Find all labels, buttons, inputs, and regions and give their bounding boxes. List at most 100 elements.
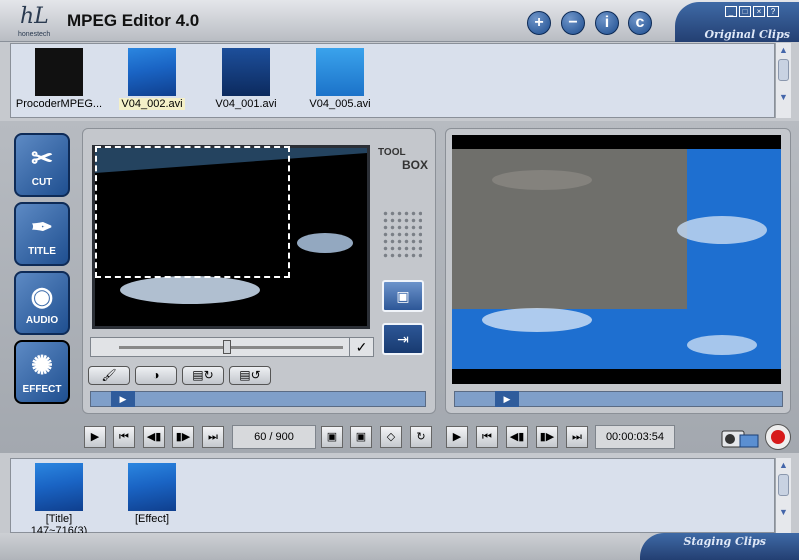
staging-clip-range: 147~716(3) — [30, 525, 88, 533]
film-transition-icon: ▤↺ — [239, 368, 261, 382]
clip-label: V04_005.avi — [309, 98, 371, 110]
staging-clips-label: Staging Clips — [683, 535, 766, 548]
clip-thumbnail — [222, 48, 270, 96]
clip-thumbnail — [128, 463, 176, 511]
overlay-tool-button[interactable]: ◑ — [135, 366, 177, 385]
preview-step-forward-button[interactable]: ▮▶ — [536, 426, 558, 448]
remove-icon: − — [568, 14, 578, 31]
scroll-down-icon[interactable]: ▼ — [776, 505, 791, 519]
info-button[interactable]: i — [595, 11, 619, 35]
play-icon: ▶ — [452, 431, 462, 443]
preview-seek-bar[interactable]: ▶ — [454, 391, 783, 407]
minimize-button[interactable]: _ — [725, 6, 737, 17]
go-start-button[interactable]: ⏮ — [113, 426, 135, 448]
skip-end-icon: ⏭ — [208, 431, 218, 443]
original-clips-list: ProcoderMPEG... V04_002.avi V04_001.avi … — [10, 43, 775, 118]
film-icon: ▤↻ — [192, 368, 214, 382]
pen-nib-icon: ✒ — [31, 212, 53, 242]
play-button[interactable]: ▶ — [84, 426, 106, 448]
clip-item[interactable]: ProcoderMPEG... — [11, 48, 107, 110]
slider-knob[interactable] — [223, 340, 231, 354]
skip-end-icon: ⏭ — [572, 431, 582, 443]
tool-label: TITLE — [28, 246, 56, 257]
refresh-button[interactable]: ↻ — [410, 426, 432, 448]
staging-clips-list: [Title] 147~716(3) [Effect] — [10, 458, 775, 533]
clip-label: V04_002.avi — [119, 98, 185, 110]
honestech-logo: hL honestech — [18, 4, 64, 40]
close-button[interactable]: × — [753, 6, 765, 17]
tool-label: EFFECT — [22, 384, 62, 395]
mark-in-button[interactable]: ▣ — [321, 426, 343, 448]
go-end-button[interactable]: ⏭ — [202, 426, 224, 448]
clip-item[interactable]: V04_001.avi — [198, 48, 294, 110]
preview-go-end-button[interactable]: ⏭ — [566, 426, 588, 448]
staging-clip-item[interactable]: [Effect] — [104, 463, 200, 525]
step-back-icon: ◀▮ — [509, 431, 525, 443]
source-seek-bar[interactable]: ▶ — [90, 391, 426, 407]
toolbox-line2: BOX — [402, 158, 429, 172]
clip-thumbnail — [316, 48, 364, 96]
overlay-icon: ◑ — [152, 368, 160, 382]
scroll-thumb[interactable] — [778, 474, 789, 496]
seek-marker-icon[interactable]: ▶ — [495, 391, 519, 407]
audio-tool-button[interactable]: ◉ AUDIO — [14, 271, 70, 335]
import-button[interactable]: ⇥ — [382, 323, 424, 355]
clip-thumbnail — [35, 48, 83, 96]
scroll-thumb[interactable] — [778, 59, 789, 81]
slider-track — [119, 346, 343, 349]
capture-button[interactable] — [718, 423, 760, 451]
tool-label: CUT — [31, 177, 53, 188]
preview-go-start-button[interactable]: ⏮ — [476, 426, 498, 448]
remove-clip-button[interactable]: − — [561, 11, 585, 35]
step-forward-icon: ▮▶ — [539, 431, 555, 443]
logo-brand: honestech — [18, 31, 51, 38]
info-icon: i — [604, 14, 610, 31]
film-transition-button[interactable]: ▤↺ — [229, 366, 271, 385]
record-icon — [771, 430, 785, 444]
restore-button[interactable]: □ — [739, 6, 751, 17]
original-clips-scrollbar[interactable]: ▲ ▼ — [775, 43, 791, 118]
time-counter: 00:00:03:54 — [595, 425, 675, 449]
copyright-button[interactable]: c — [628, 11, 652, 35]
mark-out-button[interactable]: ▣ — [350, 426, 372, 448]
speaker-grille — [382, 210, 422, 260]
effect-slider[interactable]: ✓ — [90, 337, 374, 357]
selection-rectangle[interactable] — [95, 146, 290, 278]
paint-tool-button[interactable]: 🖌 — [88, 366, 130, 385]
preview-step-back-button[interactable]: ◀▮ — [506, 426, 528, 448]
status-bar — [0, 533, 640, 560]
preview-video-view[interactable] — [452, 135, 781, 384]
frame-icon: ▣ — [396, 288, 410, 304]
clip-thumbnail — [35, 463, 83, 511]
help-button[interactable]: ? — [767, 6, 779, 17]
clip-item[interactable]: V04_002.avi — [104, 48, 200, 110]
cut-tool-button[interactable]: ✂ CUT — [14, 133, 70, 197]
eraser-icon: ◇ — [386, 431, 396, 443]
confirm-button[interactable]: ✓ — [349, 338, 373, 356]
scroll-down-icon[interactable]: ▼ — [776, 90, 791, 104]
effect-tool-button[interactable]: ✺ EFFECT — [14, 340, 70, 404]
scroll-up-icon[interactable]: ▲ — [776, 458, 791, 472]
skip-start-icon: ⏮ — [119, 431, 129, 443]
paint-icon: 🖌 — [101, 368, 117, 382]
add-clip-button[interactable]: + — [527, 11, 551, 35]
tool-label: AUDIO — [25, 315, 59, 326]
seek-marker-icon[interactable]: ▶ — [111, 391, 135, 407]
mark-out-icon: ▣ — [355, 431, 367, 443]
erase-button[interactable]: ◇ — [380, 426, 402, 448]
window-controls: _ □ × ? — [725, 6, 779, 17]
clip-item[interactable]: V04_005.avi — [292, 48, 388, 110]
scroll-up-icon[interactable]: ▲ — [776, 43, 791, 57]
film-effect-button[interactable]: ▤↻ — [182, 366, 224, 385]
scissors-icon: ✂ — [31, 143, 53, 173]
frame-button[interactable]: ▣ — [382, 280, 424, 312]
staging-clips-scrollbar[interactable]: ▲ ▼ — [775, 458, 791, 533]
preview-play-button[interactable]: ▶ — [446, 426, 468, 448]
add-icon: + — [534, 14, 544, 31]
record-button[interactable] — [765, 424, 791, 450]
step-forward-button[interactable]: ▮▶ — [172, 426, 194, 448]
copyright-icon: c — [635, 14, 645, 31]
title-tool-button[interactable]: ✒ TITLE — [14, 202, 70, 266]
step-back-button[interactable]: ◀▮ — [143, 426, 165, 448]
staging-clip-item[interactable]: [Title] 147~716(3) — [11, 463, 107, 533]
